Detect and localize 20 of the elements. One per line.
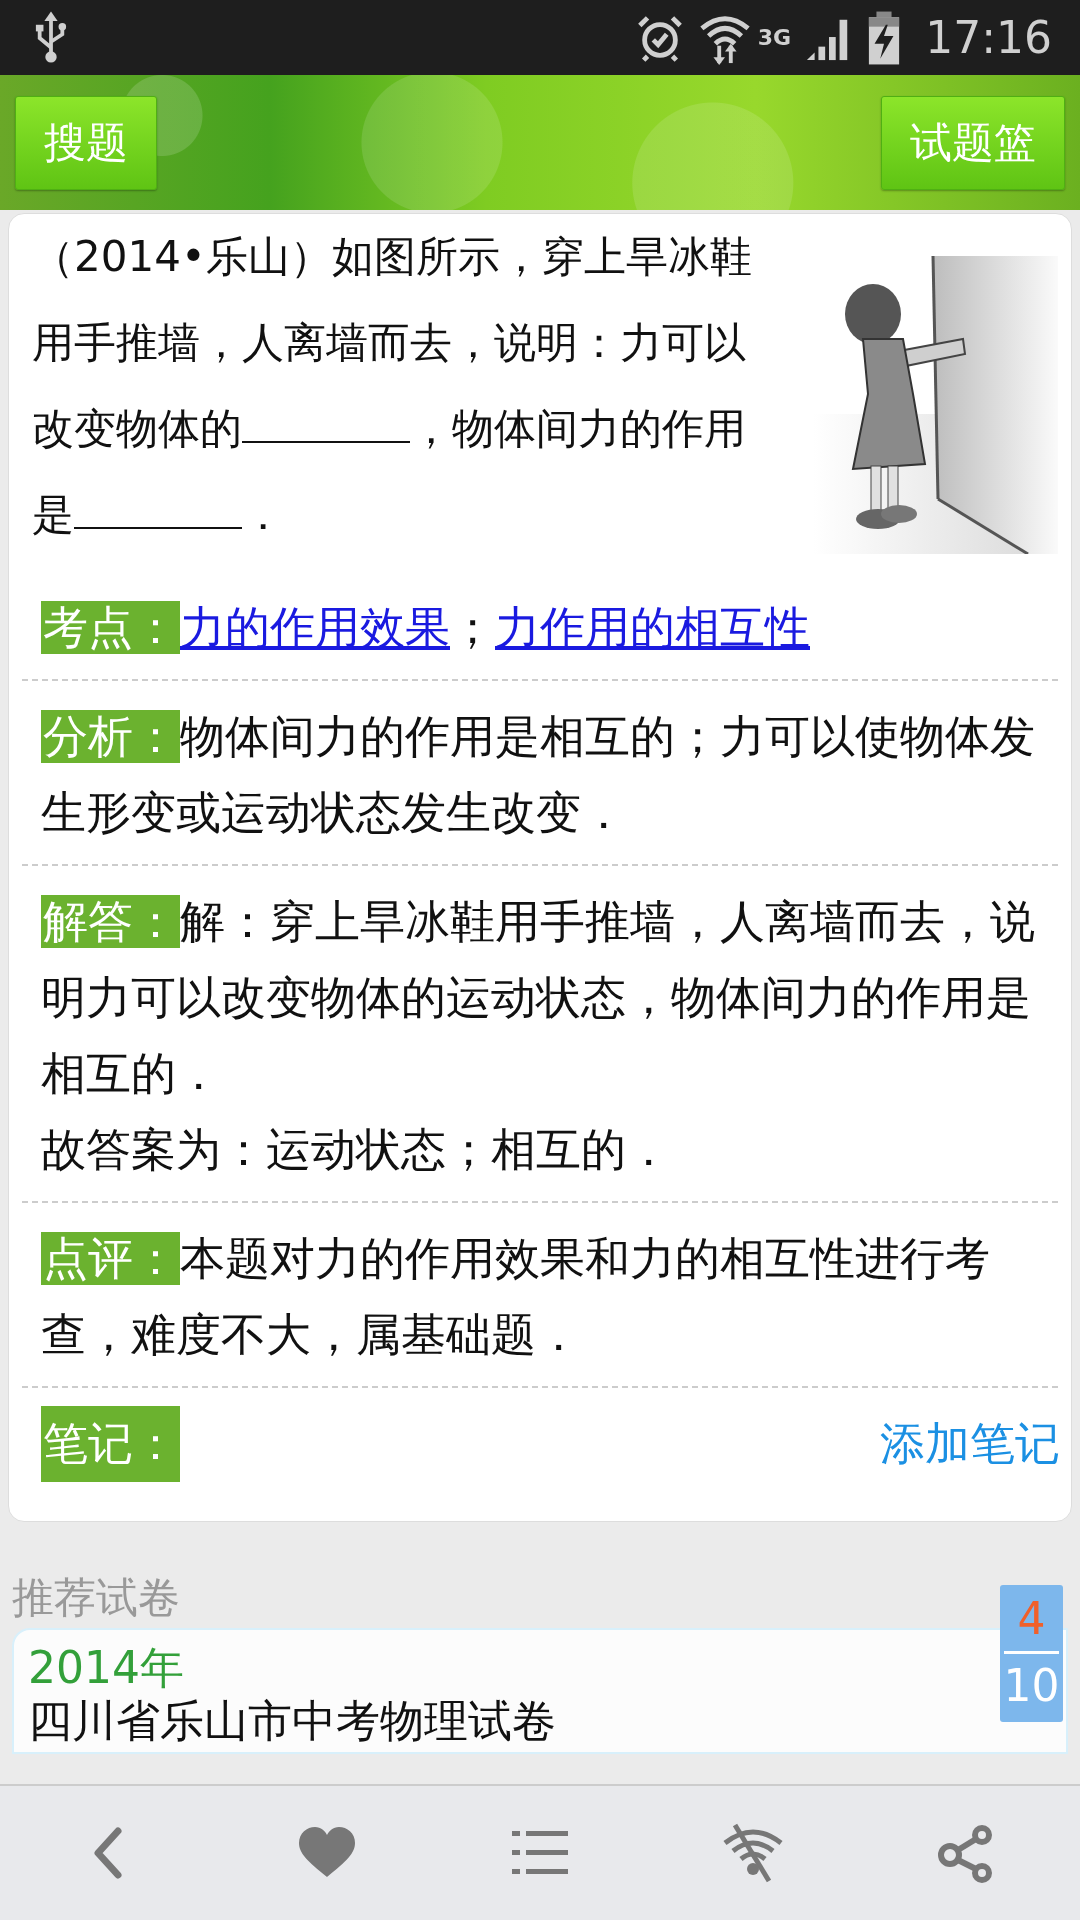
section-paragraph: 解答：解：穿上旱冰鞋用手推墙，人离墙而去，说明力可以改变物体的运动状态，物体间力的作用是相互的． xyxy=(41,894,1036,1102)
paper-year: 2014年 xyxy=(28,1641,184,1695)
paper-title: 四川省乐山市中考物理试卷 xyxy=(28,1696,556,1746)
total-page-count: 10 xyxy=(1003,1659,1060,1713)
section-label: 考点： xyxy=(41,601,180,654)
clock-time: 17:16 xyxy=(925,12,1052,63)
usb-icon xyxy=(34,10,68,65)
alarm-clock-icon xyxy=(635,13,684,62)
separator-text: ； xyxy=(450,601,495,654)
topic-link[interactable]: 力的作用效果 xyxy=(180,601,450,654)
wifi-off-icon[interactable] xyxy=(722,1823,783,1883)
section-paragraph: 故答案为：运动状态；相互的． xyxy=(41,1122,672,1178)
battery-charging-icon xyxy=(867,10,902,65)
topic-link[interactable]: 力作用的相互性 xyxy=(495,601,810,654)
section-paragraph: 点评：本题对力的作用效果和力的相互性进行考查，难度不大，属基础题． xyxy=(41,1231,991,1363)
section-paragraph: 分析：物体间力的作用是相互的；力可以使物体发生形变或运动状态发生改变． xyxy=(41,709,1036,841)
question-text: （2014•乐山）如图所示，穿上旱冰鞋用手推墙，人离墙而去，说明：力可以改变物体的 ，物体间力的作用是 ． xyxy=(32,231,753,541)
network-type-label: 3G xyxy=(757,24,792,50)
section-title: 推荐试卷 xyxy=(12,1572,180,1624)
section-label: 笔记： xyxy=(41,1406,180,1482)
